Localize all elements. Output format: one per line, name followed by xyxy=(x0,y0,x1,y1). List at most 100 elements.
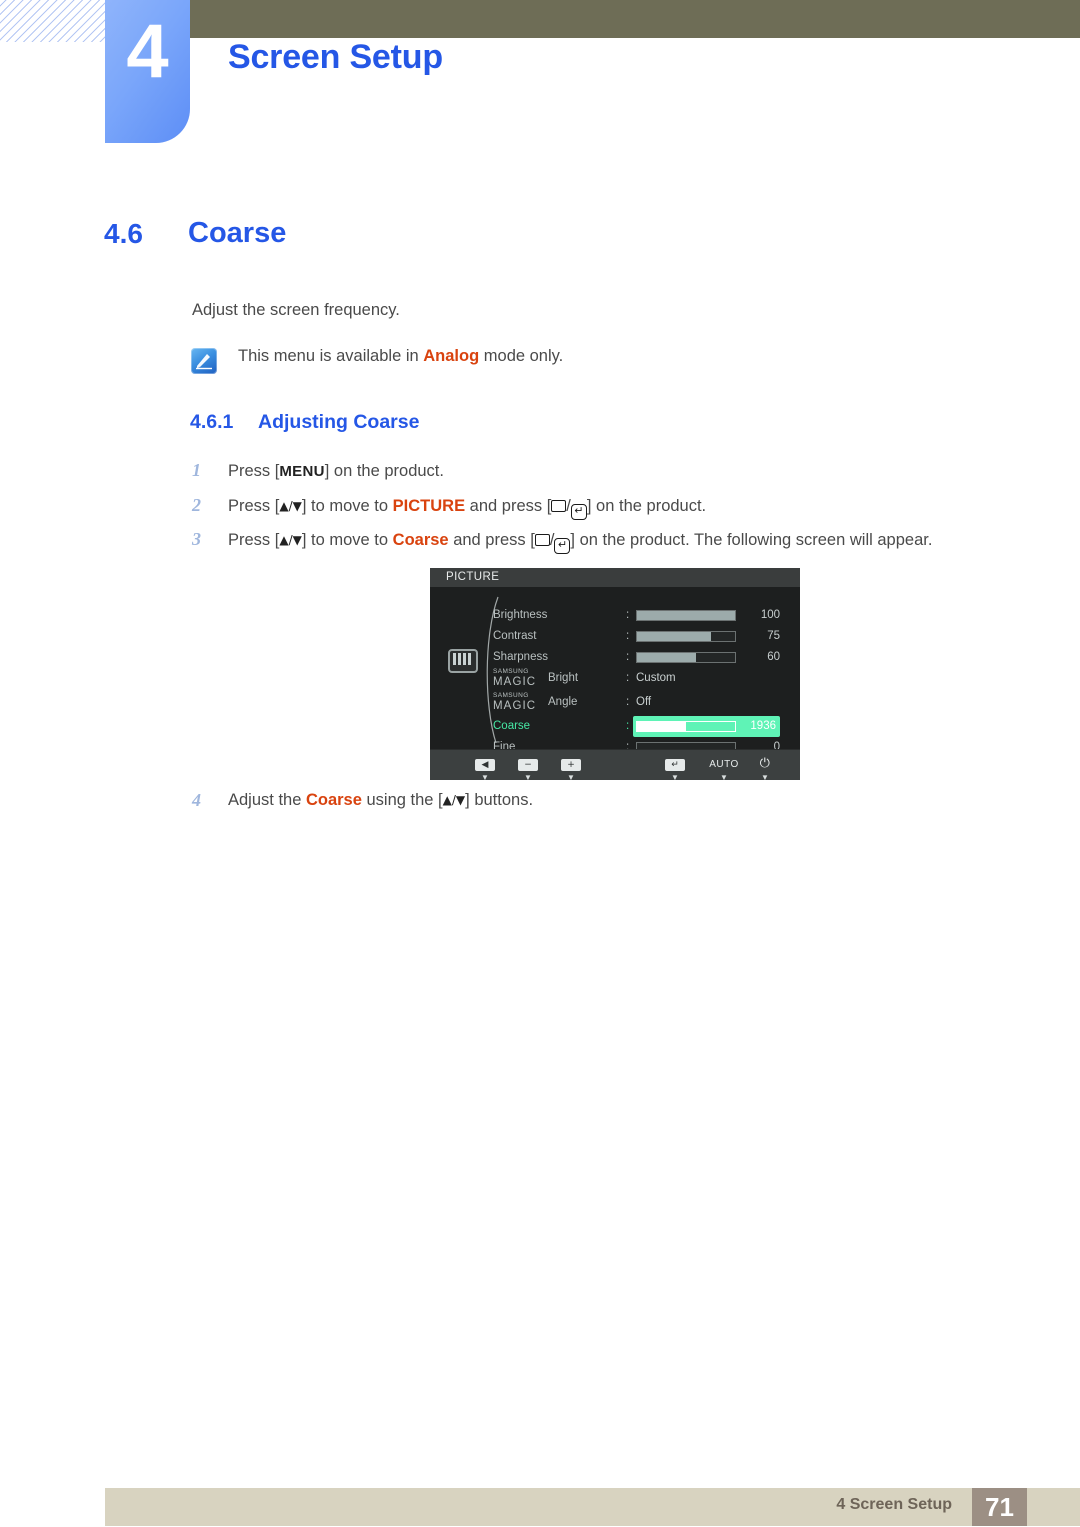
power-button[interactable]: ⏻ ▼ xyxy=(752,754,778,782)
plus-icon: + xyxy=(561,759,581,771)
osd-label-coarse: Coarse xyxy=(493,720,531,732)
step-2-number: 2 xyxy=(192,495,201,515)
caret-down-icon: ▼ xyxy=(567,773,575,782)
chapter-tab: 4 xyxy=(105,0,190,143)
chapter-number: 4 xyxy=(126,9,169,94)
osd-colon: : xyxy=(626,609,630,621)
footer-label: 4 Screen Setup xyxy=(836,1496,952,1513)
step-2-text: Press [▲/▼] to move to PICTURE and press… xyxy=(228,497,706,520)
osd-colon: : xyxy=(626,696,630,708)
caret-down-icon: ▼ xyxy=(524,773,532,782)
step-2-mid1: ] to move to xyxy=(301,497,393,515)
samsung-magic-logo: SAMSUNG MAGIC xyxy=(493,692,537,712)
caret-down-icon: ▼ xyxy=(481,773,489,782)
magic-prefix-main: MAGIC xyxy=(493,675,537,688)
osd-value-coarse: 1936 xyxy=(750,720,776,732)
minus-icon: − xyxy=(518,759,538,771)
osd-button-bar: ◀ ▼ − ▼ + ▼ ↵ ▼ AUTO ▼ ⏻ ▼ xyxy=(430,749,800,782)
step-2-pre: Press [ xyxy=(228,497,280,515)
subsection-number: 4.6.1 xyxy=(190,411,234,433)
section-number: 4.6 xyxy=(104,218,143,249)
osd-colon: : xyxy=(626,672,630,684)
caret-down-icon: ▼ xyxy=(671,773,679,782)
caret-down-icon: ▼ xyxy=(720,773,728,782)
step-2-target: PICTURE xyxy=(392,497,466,515)
osd-body: Brightness : 100 Contrast : 75 Sharpness… xyxy=(430,587,800,753)
page-number-box: 71 xyxy=(972,1488,1027,1526)
step-4-pre: Adjust the xyxy=(228,791,306,809)
osd-value-magicbright: Custom xyxy=(636,672,676,684)
osd-value-contrast: 75 xyxy=(767,630,780,642)
osd-bar-contrast[interactable] xyxy=(636,631,736,642)
osd-row-magicbright[interactable]: SAMSUNG MAGIC Bright : Custom xyxy=(430,668,800,692)
up-down-arrows-icon: ▲/▼ xyxy=(279,499,302,513)
section-title: Coarse xyxy=(188,217,287,249)
osd-title: PICTURE xyxy=(430,568,800,587)
step-4-post: ] buttons. xyxy=(465,791,534,809)
osd-label-brightness: Brightness xyxy=(493,609,548,621)
osd-label-contrast: Contrast xyxy=(493,630,537,642)
note-text-before: This menu is available in xyxy=(238,347,424,365)
note-highlight: Analog xyxy=(423,347,480,365)
magic-prefix-top: SAMSUNG xyxy=(493,692,529,699)
magic-prefix-top: SAMSUNG xyxy=(493,668,529,675)
enter-key-icon: ↵ xyxy=(570,504,587,520)
enter-key-icon: ↵ xyxy=(554,538,571,554)
left-arrow-button[interactable]: ◀ ▼ xyxy=(472,754,498,782)
step-4-text: Adjust the Coarse using the [▲/▼] button… xyxy=(228,791,533,810)
osd-row-sharpness[interactable]: Sharpness : 60 xyxy=(430,647,800,668)
auto-button[interactable]: AUTO ▼ xyxy=(702,754,746,782)
step-3-number: 3 xyxy=(192,529,201,549)
step-3-text: Press [▲/▼] to move to Coarse and press … xyxy=(228,531,932,554)
step-2-mid2: and press [ xyxy=(465,497,552,515)
step-3-mid1: ] to move to xyxy=(301,531,393,549)
section-intro-text: Adjust the screen frequency. xyxy=(192,301,400,319)
power-icon: ⏻ xyxy=(759,755,771,770)
left-arrow-icon: ◀ xyxy=(475,759,495,771)
osd-row-contrast[interactable]: Contrast : 75 xyxy=(430,626,800,647)
osd-colon: : xyxy=(626,720,630,732)
osd-label-magicangle: Angle xyxy=(548,696,578,708)
osd-bar-brightness[interactable] xyxy=(636,610,736,621)
osd-row-magicangle[interactable]: SAMSUNG MAGIC Angle : Off xyxy=(430,692,800,716)
osd-value-brightness: 100 xyxy=(760,609,780,621)
note-text-after: mode only. xyxy=(479,347,564,365)
osd-bar-sharpness[interactable] xyxy=(636,652,736,663)
osd-row-list: Brightness : 100 Contrast : 75 Sharpness… xyxy=(430,605,800,758)
step-3-target: Coarse xyxy=(392,531,449,549)
magic-prefix-main: MAGIC xyxy=(493,699,537,712)
osd-label-sharpness: Sharpness xyxy=(493,651,548,663)
step-3-mid2: and press [ xyxy=(448,531,535,549)
step-1-post: ] on the product. xyxy=(324,462,444,480)
source-box-icon xyxy=(534,534,550,546)
pen-glyph xyxy=(196,354,212,370)
step-4-number: 4 xyxy=(192,790,201,810)
step-3-post: ] on the product. The following screen w… xyxy=(570,531,933,549)
step-3-pre: Press [ xyxy=(228,531,280,549)
up-down-arrows-icon: ▲/▼ xyxy=(442,793,466,807)
osd-label-magicbright: Bright xyxy=(548,672,579,684)
osd-bar-coarse[interactable] xyxy=(636,721,736,732)
step-4-mid1: using the [ xyxy=(361,791,443,809)
osd-row-coarse[interactable]: Coarse : 1936 xyxy=(430,716,800,737)
subsection-title: Adjusting Coarse xyxy=(258,411,420,433)
osd-value-magicangle: Off xyxy=(636,696,652,708)
chapter-title: Screen Setup xyxy=(228,38,443,76)
osd-row-brightness[interactable]: Brightness : 100 xyxy=(430,605,800,626)
header-olive-bar xyxy=(190,0,1080,38)
plus-button[interactable]: + ▼ xyxy=(558,754,584,782)
enter-button[interactable]: ↵ ▼ xyxy=(662,754,688,782)
up-down-arrows-icon: ▲/▼ xyxy=(279,533,302,547)
osd-colon: : xyxy=(626,630,630,642)
osd-value-sharpness: 60 xyxy=(767,651,780,663)
step-4-target: Coarse xyxy=(305,791,362,809)
step-2-post: ] on the product. xyxy=(586,497,707,515)
minus-button[interactable]: − ▼ xyxy=(515,754,541,782)
step-1-pre: Press [ xyxy=(228,462,280,480)
auto-label: AUTO xyxy=(709,759,739,770)
source-box-icon xyxy=(551,500,567,512)
osd-colon: : xyxy=(626,651,630,663)
note-pen-icon xyxy=(191,348,217,374)
osd-picture-menu: PICTURE Brightness : 100 Contrast : 75 S… xyxy=(430,568,800,782)
step-1-number: 1 xyxy=(192,460,201,480)
